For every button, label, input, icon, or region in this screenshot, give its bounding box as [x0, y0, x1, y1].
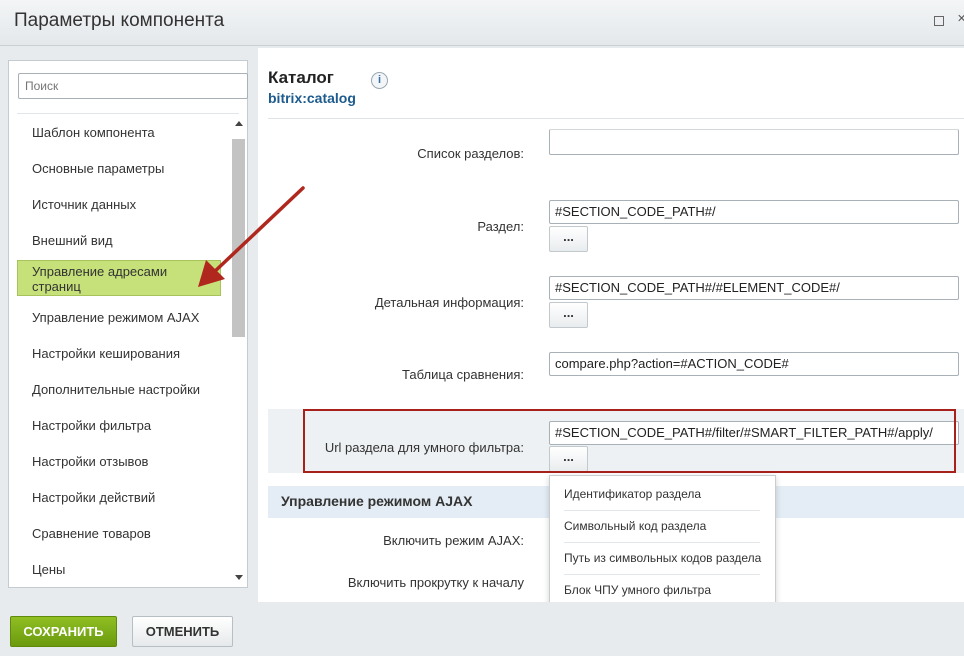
nav-item-cache-settings[interactable]: Настройки кеширования — [17, 346, 221, 361]
divider — [564, 574, 760, 575]
nav-item-product-compare[interactable]: Сравнение товаров — [17, 526, 221, 541]
section-field[interactable]: #SECTION_CODE_PATH#/ — [549, 200, 959, 224]
nav-item-data-source[interactable]: Источник данных — [17, 197, 221, 212]
divider — [17, 113, 239, 114]
nav-scrollbar[interactable] — [232, 115, 245, 585]
nav-item-action-settings[interactable]: Настройки действий — [17, 490, 221, 505]
field-label-detail: Детальная информация: — [374, 295, 524, 310]
title-bar: Параметры компонента ✕ — [0, 0, 964, 46]
nav-item-additional-settings[interactable]: Дополнительные настройки — [17, 382, 221, 397]
scroll-down-icon[interactable] — [235, 575, 243, 580]
search-input[interactable] — [18, 73, 248, 99]
annotation-highlight-box — [303, 409, 956, 473]
dropdown-item-section-code-path[interactable]: Путь из символьных кодов раздела — [564, 551, 764, 565]
info-icon[interactable]: i — [371, 72, 388, 89]
field-label-compare: Таблица сравнения: — [402, 367, 524, 382]
nav-item-template[interactable]: Шаблон компонента — [17, 125, 221, 140]
field-label-section: Раздел: — [477, 219, 524, 234]
section-insert-button[interactable]: ... — [549, 226, 588, 252]
dropdown-item-smart-filter-block[interactable]: Блок ЧПУ умного фильтра — [564, 583, 764, 597]
field-label-ajax-mode: Включить режим AJAX: — [383, 533, 524, 548]
divider — [564, 510, 760, 511]
detail-insert-button[interactable]: ... — [549, 302, 588, 328]
settings-nav-list: Шаблон компонента Основные параметры Ист… — [17, 115, 231, 585]
nav-item-review-settings[interactable]: Настройки отзывов — [17, 454, 221, 469]
compare-field[interactable]: compare.php?action=#ACTION_CODE# — [549, 352, 959, 376]
dropdown-item-section-code[interactable]: Символьный код раздела — [564, 519, 764, 533]
nav-item-main-params[interactable]: Основные параметры — [17, 161, 221, 176]
footer-bar: СОХРАНИТЬ ОТМЕНИТЬ — [0, 602, 964, 656]
scroll-up-icon[interactable] — [235, 121, 243, 126]
divider — [268, 118, 964, 119]
field-label-section-list: Список разделов: — [417, 146, 524, 161]
nav-item-prices[interactable]: Цены — [17, 562, 221, 577]
nav-item-filter-settings[interactable]: Настройки фильтра — [17, 418, 221, 433]
save-button[interactable]: СОХРАНИТЬ — [10, 616, 117, 647]
cancel-button[interactable]: ОТМЕНИТЬ — [132, 616, 233, 647]
nav-item-ajax-mode[interactable]: Управление режимом AJAX — [17, 310, 221, 325]
scroll-thumb[interactable] — [232, 139, 245, 337]
window-title: Параметры компонента — [14, 10, 225, 31]
nav-item-url-management[interactable]: Управление адресами страниц — [17, 260, 221, 296]
settings-nav-panel: Шаблон компонента Основные параметры Ист… — [8, 60, 248, 588]
field-label-scroll-top: Включить прокрутку к началу — [347, 575, 524, 590]
component-title: Каталог — [268, 68, 334, 87]
component-code: bitrix:catalog — [268, 90, 356, 106]
insert-macro-dropdown: Идентификатор раздела Символьный код раз… — [549, 475, 776, 608]
nav-item-appearance[interactable]: Внешний вид — [17, 233, 221, 248]
detail-field[interactable]: #SECTION_CODE_PATH#/#ELEMENT_CODE#/ — [549, 276, 959, 300]
close-icon[interactable]: ✕ — [957, 14, 964, 24]
dropdown-item-section-id[interactable]: Идентификатор раздела — [564, 487, 764, 501]
maximize-icon[interactable] — [934, 16, 944, 26]
section-list-field[interactable] — [549, 129, 959, 155]
divider — [564, 542, 760, 543]
